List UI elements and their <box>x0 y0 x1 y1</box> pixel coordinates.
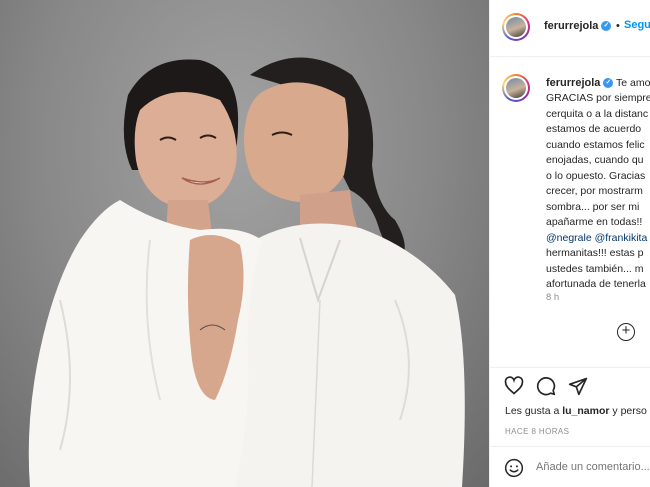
caption-username[interactable]: ferurrejola ✓ <box>546 77 614 89</box>
caption-line: cerquita o a la distanc <box>546 107 649 120</box>
plus-circle-icon[interactable]: + <box>617 323 635 341</box>
caption-section: ferurrejola ✓ Te amo GRACIAS por siempre c… <box>490 57 650 367</box>
caption-time[interactable]: 8 h <box>546 292 559 303</box>
likes-summary: Les gusta a lu_namor y perso <box>505 405 647 417</box>
share-paper-plane-icon[interactable] <box>568 376 588 396</box>
liker-username[interactable]: lu_namor <box>562 405 609 417</box>
divider <box>490 367 650 368</box>
separator-dot: • <box>616 20 620 32</box>
caption-line: GRACIAS por siempre <box>546 92 650 104</box>
follow-button[interactable]: Seguir <box>624 19 650 31</box>
posted-timestamp[interactable]: HACE 8 HORAS <box>505 427 569 436</box>
caption-line: apañarme en todas!! <box>546 216 643 228</box>
header-username[interactable]: ferurrejola ✓ <box>544 20 612 32</box>
verified-badge-icon: ✓ <box>603 78 614 89</box>
post-photo[interactable] <box>0 0 489 487</box>
caption-line: cuando estamos felic <box>546 138 645 151</box>
caption-line: hermanitas!!! estas p <box>546 247 644 259</box>
post-header: ferurrejola✓ • Seguir <box>490 0 650 57</box>
caption-text: GRACIAS por siempre cerquita o a la dista… <box>546 91 650 293</box>
caption-line: ustedes también... m <box>546 262 644 275</box>
photo-illustration <box>28 57 465 487</box>
comment-input[interactable] <box>536 461 650 473</box>
comment-icon[interactable] <box>536 376 556 396</box>
comment-bar <box>490 446 650 487</box>
heart-icon[interactable] <box>504 376 524 396</box>
caption-line: o lo opuesto. Gracias <box>546 169 646 182</box>
right-woman-face <box>244 82 349 202</box>
caption-line: afortunada de tenerla <box>546 278 646 290</box>
post-side-panel: ferurrejola✓ • Seguir ferurrejola✓ Te am… <box>489 0 650 487</box>
caption-line: enojadas, cuando qu <box>546 154 644 166</box>
caption-line: sombra... por ser mi <box>546 200 640 213</box>
caption-line: estamos de acuerdo <box>546 123 642 135</box>
header-avatar[interactable] <box>502 13 530 41</box>
left-woman-face <box>134 92 237 208</box>
emoji-smiley-icon[interactable] <box>504 458 524 478</box>
caption-avatar[interactable] <box>502 74 530 102</box>
caption-line: crecer, por mostrarm <box>546 185 643 197</box>
caption-first-line: Te amo <box>616 77 650 89</box>
caption-mention-line[interactable]: @negrale @frankikita <box>546 231 650 247</box>
verified-badge-icon: ✓ <box>601 21 612 32</box>
